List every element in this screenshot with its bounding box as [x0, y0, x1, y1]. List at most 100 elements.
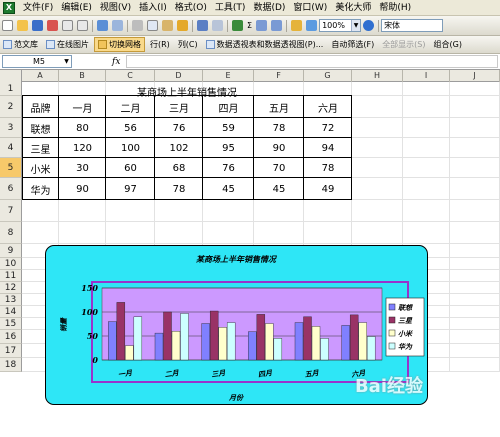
row-header-15[interactable]: 15: [0, 318, 22, 330]
toggle-gridlines-button[interactable]: 切换网格: [94, 37, 145, 52]
data-cell[interactable]: 78: [304, 158, 352, 178]
autosum-icon[interactable]: Σ: [247, 21, 252, 30]
paste-icon[interactable]: [162, 20, 173, 31]
data-cell[interactable]: 30: [59, 158, 106, 178]
column-header-b[interactable]: B: [59, 70, 106, 82]
column-header-h[interactable]: H: [352, 70, 403, 82]
header-cell[interactable]: 一月: [59, 96, 106, 118]
data-cell[interactable]: 94: [304, 138, 352, 158]
row-header-9[interactable]: 9: [0, 244, 22, 258]
data-cell[interactable]: 78: [155, 178, 203, 200]
save-icon[interactable]: [32, 20, 43, 31]
template-library-button[interactable]: 范文库: [0, 37, 41, 52]
select-all-corner[interactable]: [0, 70, 22, 82]
menu-tools[interactable]: 工具(T): [211, 0, 250, 16]
column-header-d[interactable]: D: [155, 70, 203, 82]
data-cell[interactable]: 56: [106, 118, 155, 138]
chart[interactable]: 某商场上半年销售情况 0 50 100 150 销量 一月 二月 三月 四月 五月 六月 月份 联想 三星小…: [45, 245, 428, 405]
column-header-f[interactable]: F: [254, 70, 304, 82]
row-header-5[interactable]: 5: [0, 158, 22, 178]
row-header-17[interactable]: 17: [0, 344, 22, 358]
data-cell[interactable]: 60: [106, 158, 155, 178]
autofilter-button[interactable]: 自动筛选(F): [328, 37, 377, 52]
data-cell[interactable]: 102: [155, 138, 203, 158]
row-header-4[interactable]: 4: [0, 138, 22, 158]
research-icon[interactable]: [112, 20, 123, 31]
data-cell[interactable]: 76: [203, 158, 254, 178]
row-header-13[interactable]: 13: [0, 294, 22, 306]
data-cell[interactable]: 90: [59, 178, 106, 200]
data-cell[interactable]: 90: [254, 138, 304, 158]
header-cell[interactable]: 五月: [254, 96, 304, 118]
data-cell[interactable]: 华为: [22, 178, 59, 200]
menu-file[interactable]: 文件(F): [19, 0, 57, 16]
pivot-table-button[interactable]: 数据透视表和数据透视图(P)...: [203, 37, 327, 52]
show-all-button[interactable]: 全部显示(S): [379, 37, 428, 52]
formula-input[interactable]: [126, 55, 498, 68]
row-header-16[interactable]: 16: [0, 330, 22, 344]
copy-icon[interactable]: [147, 20, 158, 31]
data-cell[interactable]: 97: [106, 178, 155, 200]
format-painter-icon[interactable]: [177, 20, 188, 31]
row-header-2[interactable]: 2: [0, 96, 22, 118]
row-header-7[interactable]: 7: [0, 200, 22, 222]
menu-beautify[interactable]: 美化大师: [331, 0, 375, 16]
group-button[interactable]: 组合(G): [431, 37, 465, 52]
row-header-10[interactable]: 10: [0, 258, 22, 270]
column-header-i[interactable]: I: [403, 70, 450, 82]
data-cell[interactable]: 120: [59, 138, 106, 158]
data-cell[interactable]: 70: [254, 158, 304, 178]
print-icon[interactable]: [62, 20, 73, 31]
data-cell[interactable]: 78: [254, 118, 304, 138]
rows-button[interactable]: 行(R): [147, 37, 173, 52]
data-cell[interactable]: 联想: [22, 118, 59, 138]
header-cell[interactable]: 二月: [106, 96, 155, 118]
data-cell[interactable]: 小米: [22, 158, 59, 178]
chart-wizard-icon[interactable]: [291, 20, 303, 31]
drawing-icon[interactable]: [306, 20, 318, 31]
column-header-j[interactable]: J: [450, 70, 500, 82]
header-cell[interactable]: 三月: [155, 96, 203, 118]
name-box[interactable]: M5 ▼: [2, 55, 72, 68]
menu-edit[interactable]: 编辑(E): [57, 0, 96, 16]
column-header-c[interactable]: C: [106, 70, 155, 82]
hyperlink-icon[interactable]: [232, 20, 243, 31]
column-header-g[interactable]: G: [304, 70, 352, 82]
menu-format[interactable]: 格式(O): [171, 0, 211, 16]
column-header-a[interactable]: A: [22, 70, 59, 82]
row-header-1[interactable]: 1: [0, 82, 22, 96]
data-cell[interactable]: 100: [106, 138, 155, 158]
header-cell[interactable]: 六月: [304, 96, 352, 118]
data-cell[interactable]: 59: [203, 118, 254, 138]
data-cell[interactable]: 45: [254, 178, 304, 200]
online-pictures-button[interactable]: 在线图片: [43, 37, 92, 52]
data-cell[interactable]: 三星: [22, 138, 59, 158]
menu-insert[interactable]: 插入(I): [135, 0, 171, 16]
zoom-select[interactable]: 100% ▼: [319, 19, 362, 32]
menu-help[interactable]: 帮助(H): [375, 0, 415, 16]
redo-icon[interactable]: [212, 20, 223, 31]
chevron-down-icon[interactable]: ▼: [62, 56, 71, 67]
header-cell[interactable]: 四月: [203, 96, 254, 118]
row-header-3[interactable]: 3: [0, 118, 22, 138]
data-cell[interactable]: 76: [155, 118, 203, 138]
row-header-18[interactable]: 18: [0, 358, 22, 372]
header-cell[interactable]: 品牌: [22, 96, 59, 118]
column-header-e[interactable]: E: [203, 70, 254, 82]
data-cell[interactable]: 72: [304, 118, 352, 138]
cut-icon[interactable]: [132, 20, 143, 31]
data-cell[interactable]: 49: [304, 178, 352, 200]
permission-icon[interactable]: [47, 20, 58, 31]
sort-descending-icon[interactable]: [271, 20, 283, 31]
chevron-down-icon[interactable]: ▼: [351, 20, 361, 31]
row-header-6[interactable]: 6: [0, 178, 22, 200]
menu-view[interactable]: 视图(V): [96, 0, 135, 16]
excel-app-icon[interactable]: X: [3, 1, 15, 14]
open-folder-icon[interactable]: [17, 20, 28, 31]
row-header-11[interactable]: 11: [0, 270, 22, 282]
data-cell[interactable]: 80: [59, 118, 106, 138]
worksheet[interactable]: ABCDEFGHIJ 1 2 3 4 5 6 7 8 9 10 11 12 13 14 15 16 17 18 某…: [0, 70, 500, 437]
print-preview-icon[interactable]: [77, 20, 88, 31]
undo-icon[interactable]: [197, 20, 208, 31]
row-header-8[interactable]: 8: [0, 222, 22, 244]
